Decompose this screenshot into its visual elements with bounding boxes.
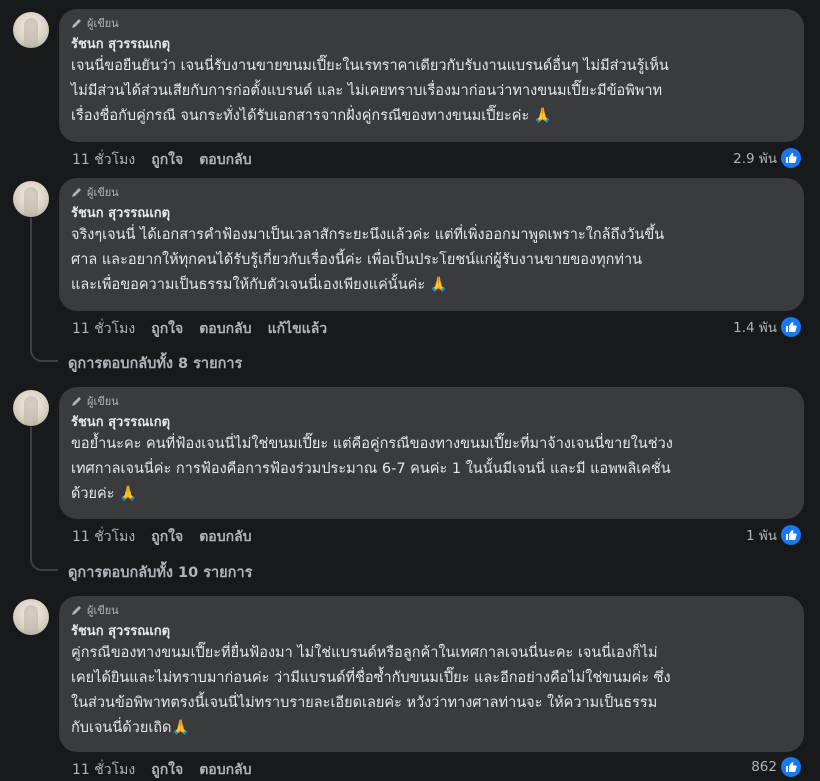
avatar[interactable] (13, 390, 49, 426)
comment-line: ไม่มีส่วนได้ส่วนเสียกับการก่อตั้งแบรนด์ … (71, 83, 663, 99)
comment-line: กับเจนนี่ด้วยเถิด🙏 (71, 720, 190, 736)
author-name[interactable]: รัชนก สุวรรณเกตุ (71, 414, 792, 431)
like-button[interactable]: ถูกใจ (151, 318, 183, 340)
author-badge: ผู้เขียน (71, 393, 792, 409)
author-badge-label: ผู้เขียน (87, 186, 119, 199)
comment-line: จริงๆเจนนี่ ได้เอกสารคำฟ้องมาเป็นเวลาสัก… (71, 227, 665, 243)
author-badge-label: ผู้เขียน (87, 395, 119, 408)
thread-connector (30, 346, 58, 362)
thread-line (30, 427, 32, 555)
reaction-count[interactable]: 1.4 พัน (733, 316, 801, 338)
avatar[interactable] (13, 599, 49, 635)
timestamp[interactable]: 11 ชั่วโมง (72, 526, 135, 548)
author-badge: ผู้เขียน (71, 184, 792, 200)
comment-line: คู่กรณีของทางขนมเปี๊ยะที่ยื่นฟ้องมา ไม่ใ… (71, 645, 658, 661)
comment-line: ด้วยค่ะ 🙏 (71, 486, 138, 502)
author-name[interactable]: รัชนก สุวรรณเกตุ (71, 205, 792, 222)
comment-line: ศาล และอยากให้ทุกคนได้รับรู้เกี่ยวกับเรื… (71, 252, 643, 268)
like-icon (781, 757, 801, 777)
reaction-count-label: 862 (751, 759, 777, 775)
reaction-count-label: 1.4 พัน (733, 320, 777, 336)
reaction-count[interactable]: 1 พัน (746, 524, 801, 546)
comment-bubble: ผู้เขียน รัชนก สุวรรณเกตุ คู่กรณีของทางข… (59, 596, 804, 752)
timestamp[interactable]: 11 ชั่วโมง (72, 318, 135, 340)
comment-line: ขอย้ำนะคะ คนที่ฟ้องเจนนี่ไม่ใช่ขนมเปี๊ยะ… (71, 436, 673, 452)
view-replies-link[interactable]: ดูการตอบกลับทั้ง 8 รายการ (68, 352, 242, 375)
edited-label[interactable]: แก้ไขแล้ว (268, 318, 328, 340)
comment-line: เทศกาลเจนนี่ค่ะ การฟ้องคือการฟ้องร่วมประ… (71, 461, 671, 477)
comment-actions: 11 ชั่วโมง ถูกใจ ตอบกลับ แก้ไขแล้ว (72, 318, 343, 340)
comment-line: เคยได้ยินและไม่ทราบมาก่อนค่ะ ว่ามีแบรนด์… (71, 670, 671, 686)
reaction-count-label: 2.9 พัน (733, 151, 777, 167)
comment-line: และเพื่อขอความเป็นธรรมให้กับตัวเจนนี่เอง… (71, 277, 448, 293)
comment-text: เจนนี่ขอยืนยันว่า เจนนี่รับงานขายขนมเปี๊… (71, 54, 792, 129)
comment-text: คู่กรณีของทางขนมเปี๊ยะที่ยื่นฟ้องมา ไม่ใ… (71, 641, 792, 741)
like-button[interactable]: ถูกใจ (151, 149, 183, 171)
avatar[interactable] (13, 12, 49, 48)
like-icon (781, 317, 801, 337)
reply-button[interactable]: ตอบกลับ (199, 526, 251, 548)
comment-bubble: ผู้เขียน รัชนก สุวรรณเกตุ จริงๆเจนนี่ ได… (59, 178, 804, 311)
author-badge-label: ผู้เขียน (87, 17, 119, 30)
comment-text: ขอย้ำนะคะ คนที่ฟ้องเจนนี่ไม่ใช่ขนมเปี๊ยะ… (71, 432, 792, 507)
pencil-icon (72, 19, 81, 28)
author-name[interactable]: รัชนก สุวรรณเกตุ (71, 36, 792, 53)
author-badge: ผู้เขียน (71, 602, 792, 618)
like-icon (781, 525, 801, 545)
reaction-count[interactable]: 862 (751, 757, 801, 777)
author-badge: ผู้เขียน (71, 15, 792, 31)
comment-bubble: ผู้เขียน รัชนก สุวรรณเกตุ ขอย้ำนะคะ คนที… (59, 387, 804, 519)
comment-line: เรื่องชื่อกับคู่กรณี จนกระทั่งได้รับเอกส… (71, 108, 552, 124)
timestamp[interactable]: 11 ชั่วโมง (72, 149, 135, 171)
comment-text: จริงๆเจนนี่ ได้เอกสารคำฟ้องมาเป็นเวลาสัก… (71, 223, 792, 298)
view-replies-link[interactable]: ดูการตอบกลับทั้ง 10 รายการ (68, 561, 252, 584)
like-icon (781, 148, 801, 168)
avatar[interactable] (13, 181, 49, 217)
thread-connector (30, 555, 58, 571)
thread-line (30, 218, 32, 346)
reply-button[interactable]: ตอบกลับ (199, 318, 251, 340)
reaction-count[interactable]: 2.9 พัน (733, 147, 801, 169)
comment-actions: 11 ชั่วโมง ถูกใจ ตอบกลับ (72, 149, 268, 171)
comment-line: ในส่วนข้อพิพาทตรงนี้เจนนี่ไม่ทราบรายละเอ… (71, 695, 658, 711)
pencil-icon (72, 188, 81, 197)
reply-button[interactable]: ตอบกลับ (199, 149, 251, 171)
comment-line: เจนนี่ขอยืนยันว่า เจนนี่รับงานขายขนมเปี๊… (71, 58, 669, 74)
pencil-icon (72, 397, 81, 406)
author-badge-label: ผู้เขียน (87, 604, 119, 617)
reaction-count-label: 1 พัน (745, 528, 777, 544)
comment-actions: 11 ชั่วโมง ถูกใจ ตอบกลับ (72, 526, 268, 548)
author-name[interactable]: รัชนก สุวรรณเกตุ (71, 623, 792, 640)
like-button[interactable]: ถูกใจ (151, 526, 183, 548)
pencil-icon (72, 606, 81, 615)
comment-bubble: ผู้เขียน รัชนก สุวรรณเกตุ เจนนี่ขอยืนยัน… (59, 9, 804, 142)
